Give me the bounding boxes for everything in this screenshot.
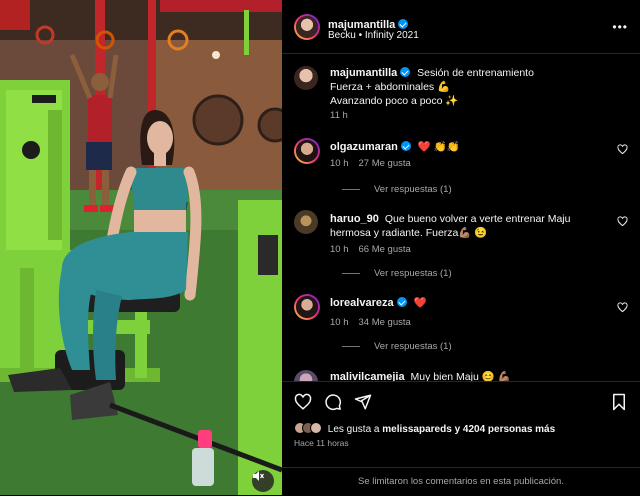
likes-prefix: Les gusta a bbox=[327, 424, 380, 435]
post-time-ago: Hace 11 horas bbox=[294, 438, 349, 448]
comment-meta: 10 h 34 Me gusta bbox=[330, 317, 421, 328]
mute-button[interactable] bbox=[252, 470, 274, 492]
likes-summary[interactable]: Les gusta a melissapareds y 4204 persona… bbox=[294, 422, 555, 435]
verified-icon bbox=[398, 19, 409, 29]
post-header: majumantilla Becku • Infinity 2021 ••• bbox=[282, 0, 640, 54]
view-replies-button[interactable]: Ver respuestas (1) bbox=[342, 184, 452, 195]
commenter-username[interactable]: lorealvareza bbox=[330, 297, 394, 309]
comment-likes[interactable]: 34 Me gusta bbox=[359, 317, 411, 328]
comment-time: 10 h bbox=[330, 158, 349, 169]
mute-icon bbox=[253, 471, 264, 481]
view-replies-button[interactable]: Ver respuestas (1) bbox=[342, 341, 452, 352]
comment-time: 10 h bbox=[330, 244, 349, 255]
verified-icon bbox=[396, 297, 407, 307]
caption-line-2: Fuerza + abdominales 💪 bbox=[330, 81, 451, 93]
more-icon[interactable]: ••• bbox=[612, 20, 628, 34]
comment-body: ❤️ bbox=[413, 297, 427, 309]
comment-likes[interactable]: 66 Me gusta bbox=[359, 244, 411, 255]
comment-meta: 10 h 27 Me gusta bbox=[330, 158, 421, 169]
verified-icon bbox=[400, 141, 411, 151]
like-comment-heart-icon[interactable] bbox=[617, 216, 628, 227]
author-avatar[interactable] bbox=[294, 14, 320, 40]
likes-count[interactable]: y 4204 personas más bbox=[455, 424, 556, 435]
commenter-username[interactable]: malivilcamejia bbox=[330, 371, 405, 381]
likes-user[interactable]: melissapareds bbox=[382, 424, 452, 435]
caption-line-3: Avanzando poco a poco ✨ bbox=[330, 95, 459, 107]
caption-username[interactable]: majumantilla bbox=[330, 67, 397, 79]
comment-item: olgazumaran ❤️ 👏👏 10 h 27 Me gusta Ver re… bbox=[294, 138, 634, 198]
caption-text: majumantilla Sesión de entrenamiento Fue… bbox=[330, 66, 534, 108]
post-media[interactable] bbox=[0, 0, 282, 495]
commenter-avatar[interactable] bbox=[294, 210, 318, 234]
commenter-avatar[interactable] bbox=[294, 370, 318, 381]
comments-limited-notice: Se limitaron los comentarios en esta pub… bbox=[282, 467, 640, 496]
comment-meta: 10 h 66 Me gusta bbox=[330, 244, 421, 255]
commenter-avatar[interactable] bbox=[294, 294, 320, 320]
caption-avatar[interactable] bbox=[294, 66, 318, 90]
comment-text: malivilcamejia Muy bien Maju 😊 💪🏽 bbox=[330, 370, 511, 381]
gym-photo bbox=[0, 0, 282, 495]
commenter-username[interactable]: haruo_90 bbox=[330, 213, 379, 225]
comment-icon[interactable] bbox=[324, 393, 342, 411]
post-viewer: majumantilla Becku • Infinity 2021 ••• m… bbox=[0, 0, 640, 495]
heart-icon[interactable] bbox=[294, 393, 312, 411]
caption-time: 11 h bbox=[330, 110, 348, 121]
comment-item: lorealvareza ❤️ 10 h 34 Me gusta Ver resp… bbox=[294, 294, 634, 354]
post-actions: Les gusta a melissapareds y 4204 persona… bbox=[282, 381, 640, 495]
post-caption: majumantilla Sesión de entrenamiento Fue… bbox=[294, 66, 634, 126]
comment-text: haruo_90 Que bueno volver a verte entren… bbox=[330, 212, 600, 240]
comment-body: Muy bien Maju 😊 💪🏽 bbox=[410, 371, 511, 381]
commenter-avatar[interactable] bbox=[294, 138, 320, 164]
verified-icon bbox=[400, 67, 411, 77]
like-comment-heart-icon[interactable] bbox=[617, 144, 628, 155]
comment-time: 10 h bbox=[330, 317, 349, 328]
view-replies-button[interactable]: Ver respuestas (1) bbox=[342, 268, 452, 279]
comment-text: lorealvareza ❤️ bbox=[330, 296, 427, 310]
caption-line-1: Sesión de entrenamiento bbox=[417, 67, 534, 79]
comment-item: haruo_90 Que bueno volver a verte entren… bbox=[294, 210, 634, 282]
comment-likes[interactable]: 27 Me gusta bbox=[359, 158, 411, 169]
commenter-username[interactable]: olgazumaran bbox=[330, 141, 398, 153]
comment-item: malivilcamejia Muy bien Maju 😊 💪🏽 bbox=[294, 368, 634, 381]
comment-body: ❤️ 👏👏 bbox=[417, 141, 460, 153]
post-details-panel: majumantilla Becku • Infinity 2021 ••• m… bbox=[282, 0, 640, 495]
music-info[interactable]: Becku • Infinity 2021 bbox=[328, 30, 419, 41]
share-icon[interactable] bbox=[354, 393, 372, 411]
like-comment-heart-icon[interactable] bbox=[617, 302, 628, 313]
bookmark-icon[interactable] bbox=[610, 393, 628, 411]
comment-text: olgazumaran ❤️ 👏👏 bbox=[330, 140, 460, 154]
